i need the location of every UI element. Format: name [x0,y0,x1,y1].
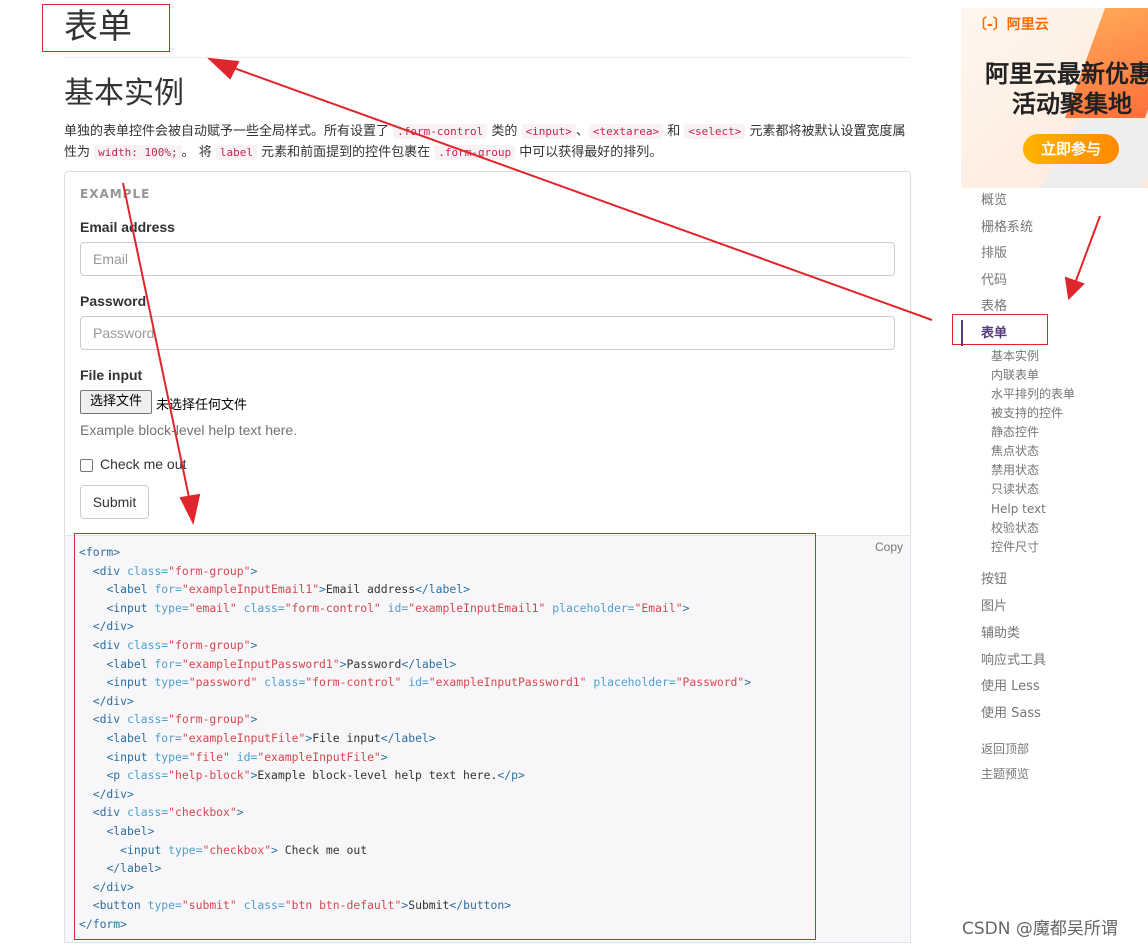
sidebar-item-responsive[interactable]: 响应式工具 [981,652,1046,670]
sidebar-active-indicator [961,320,963,346]
sidebar-item-overview[interactable]: 概览 [981,192,1007,210]
sidebar-item-helpers[interactable]: 辅助类 [981,625,1020,643]
arrow-to-forms [1073,215,1101,287]
sidebar-subitem[interactable]: 内联表单 [991,367,1039,383]
arrow-head-icon [207,57,240,80]
sidebar-subitem[interactable]: 焦点状态 [991,443,1039,459]
submit-button[interactable]: Submit [80,485,149,519]
file-input-label: File input [80,367,143,383]
sidebar-subitem[interactable]: 水平排列的表单 [991,386,1075,402]
sidebar-item-less[interactable]: 使用 Less [981,678,1040,696]
page-title: 表单 [64,7,132,47]
back-to-top-link[interactable]: 返回顶部 [981,741,1029,757]
example-label: EXAMPLE [80,187,151,201]
sidebar-subitem[interactable]: 静态控件 [991,424,1039,440]
password-label: Password [80,293,147,309]
theme-preview-link[interactable]: 主题预览 [981,766,1029,782]
sidebar-item-typography[interactable]: 排版 [981,245,1007,263]
sidebar-subitem[interactable]: 禁用状态 [991,462,1039,478]
email-label: Email address [80,219,175,235]
sidebar-item-grid[interactable]: 栅格系统 [981,219,1033,237]
sidebar-item-sass[interactable]: 使用 Sass [981,705,1041,723]
copy-button[interactable]: Copy [875,540,903,554]
sidebar-subitem[interactable]: 控件尺寸 [991,539,1039,555]
sidebar-item-images[interactable]: 图片 [981,598,1007,616]
aliyun-logo: 〔-〕阿里云 [973,17,1049,33]
email-field[interactable]: Email [80,242,895,276]
code-listing: <form> <div class="form-group"> <label f… [79,545,752,931]
no-file-chosen-text: 未选择任何文件 [156,398,248,413]
sidebar-subitem[interactable]: Help text [991,501,1046,517]
sidebar-subitem[interactable]: 被支持的控件 [991,405,1063,421]
check-me-out-checkbox[interactable] [80,459,93,472]
sidebar-item-code[interactable]: 代码 [981,272,1007,290]
sidebar-subitem[interactable]: 基本实例 [991,348,1039,364]
checkbox-label[interactable]: Check me out [100,456,186,472]
choose-file-button[interactable]: 选择文件 [80,390,152,414]
example-panel [64,171,911,535]
ad-join-button[interactable]: 立即参与 [1023,134,1119,164]
sidebar-subitem[interactable]: 只读状态 [991,481,1039,497]
csdn-watermark: CSDN @魔都吴所谓 [962,919,1118,939]
password-field[interactable]: Password [80,316,895,350]
sidebar-item-forms[interactable]: 表单 [981,325,1007,343]
section-title: 基本实例 [64,76,184,111]
sidebar-subitem[interactable]: 校验状态 [991,520,1039,536]
help-block-text: Example block-level help text here. [80,422,298,438]
sidebar-item-buttons[interactable]: 按钮 [981,571,1007,589]
ad-subheadline: 活动聚集地 [1012,90,1132,118]
title-divider [64,57,910,58]
arrow-head-icon [1064,276,1085,301]
lead-paragraph: 单独的表单控件会被自动赋予一些全局样式。所有设置了 .form-control … [64,124,906,160]
